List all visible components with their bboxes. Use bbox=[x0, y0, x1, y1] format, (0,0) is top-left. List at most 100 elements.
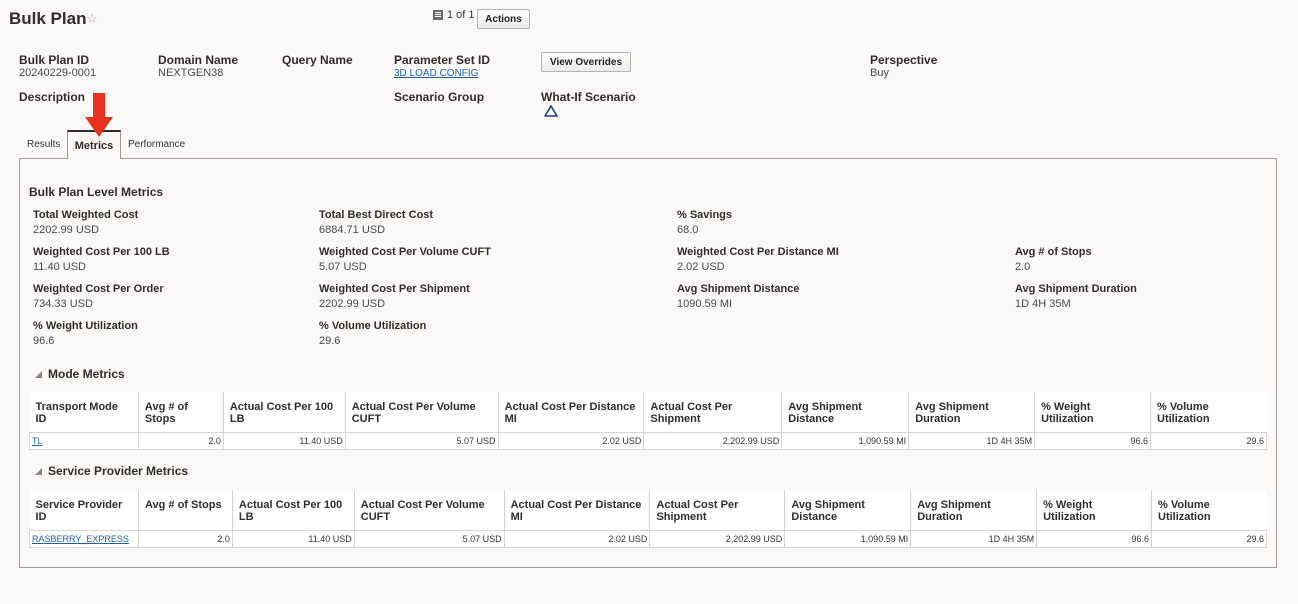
column-header[interactable]: Actual Cost Per Shipment bbox=[649, 490, 785, 530]
parameter-set-id-label: Parameter Set ID bbox=[394, 53, 491, 67]
pager: 1 of 1 bbox=[433, 9, 475, 21]
table-header-row: Service Provider ID Avg # of Stops Actual … bbox=[29, 490, 1267, 530]
metric-value: 2202.99 USD bbox=[319, 298, 386, 310]
table-cell: 29.6 bbox=[1151, 529, 1267, 548]
query-name-label: Query Name bbox=[282, 53, 353, 67]
perspective-value: Buy bbox=[870, 67, 889, 79]
metric-value: 68.0 bbox=[677, 224, 699, 236]
mode-metrics-title: Mode Metrics bbox=[48, 367, 125, 381]
domain-name-label: Domain Name bbox=[158, 53, 239, 67]
collapse-icon[interactable] bbox=[35, 467, 42, 475]
metric-label: Total Best Direct Cost bbox=[319, 209, 434, 221]
scenario-group-label: Scenario Group bbox=[394, 90, 485, 104]
table-cell: 5.07 USD bbox=[353, 529, 505, 548]
metric-label: % Weight Utilization bbox=[33, 320, 138, 332]
pager-text: 1 of 1 bbox=[447, 9, 475, 21]
column-header[interactable]: Avg Shipment Duration bbox=[910, 490, 1037, 530]
metric-value: 6884.71 USD bbox=[319, 224, 386, 236]
bulk-plan-metrics-title: Bulk Plan Level Metrics bbox=[29, 185, 164, 199]
column-header[interactable]: Avg Shipment Duration bbox=[908, 392, 1035, 432]
table-row: TL 2.0 11.40 USD 5.07 USD 2.02 USD 2,202.99 U… bbox=[29, 431, 1267, 450]
red-arrow-annotation bbox=[85, 93, 113, 137]
column-header[interactable]: Actual Cost Per Distance MI bbox=[503, 490, 650, 530]
column-header[interactable]: Transport Mode ID bbox=[29, 392, 139, 432]
metric-label: Total Weighted Cost bbox=[33, 209, 139, 221]
metric-label: % Volume Utilization bbox=[319, 320, 427, 332]
metric-label: Weighted Cost Per 100 LB bbox=[33, 246, 170, 258]
metric-label: Avg Shipment Duration bbox=[1015, 283, 1137, 295]
table-cell: 2.02 USD bbox=[503, 529, 651, 548]
metric-label: Avg # of Stops bbox=[1015, 246, 1092, 258]
bulk-plan-id-value: 20240229-0001 bbox=[19, 67, 97, 79]
column-header[interactable]: Actual Cost Per Volume CUFT bbox=[344, 392, 499, 432]
metric-label: Avg Shipment Distance bbox=[677, 283, 800, 295]
column-header[interactable]: % Weight Utilization bbox=[1036, 490, 1152, 530]
table-header-row: Transport Mode ID Avg # of Stops Actual Co… bbox=[29, 392, 1267, 432]
column-header[interactable]: Actual Cost Per Shipment bbox=[643, 392, 782, 432]
mode-metrics-header[interactable]: Mode Metrics bbox=[35, 367, 125, 381]
table-cell[interactable]: RASBERRY_EXPRESS bbox=[29, 529, 139, 548]
table-cell: 96.6 bbox=[1034, 431, 1151, 450]
metric-label: Weighted Cost Per Shipment bbox=[319, 283, 470, 295]
collapse-icon[interactable] bbox=[35, 370, 42, 378]
view-overrides-button[interactable]: View Overrides bbox=[541, 52, 631, 72]
metric-label: Weighted Cost Per Volume CUFT bbox=[319, 246, 491, 258]
description-label: Description bbox=[19, 90, 86, 104]
table-cell: 5.07 USD bbox=[344, 431, 499, 450]
column-header[interactable]: % Volume Utilization bbox=[1151, 490, 1267, 530]
metric-label: Weighted Cost Per Distance MI bbox=[677, 246, 839, 258]
metric-value: 2.02 USD bbox=[677, 261, 725, 273]
parameter-set-id-link[interactable]: 3D LOAD CONFIG bbox=[394, 68, 478, 79]
column-header[interactable]: Avg Shipment Distance bbox=[781, 392, 909, 432]
metric-value: 1D 4H 35M bbox=[1015, 298, 1071, 310]
pager-icon[interactable] bbox=[433, 10, 443, 20]
actions-button[interactable]: Actions bbox=[477, 9, 530, 29]
page-title: Bulk Plan bbox=[9, 9, 87, 28]
column-header[interactable]: % Weight Utilization bbox=[1034, 392, 1151, 432]
column-header[interactable]: Actual Cost Per Volume CUFT bbox=[353, 490, 505, 530]
table-cell: 1D 4H 35M bbox=[908, 431, 1036, 450]
perspective-label: Perspective bbox=[870, 53, 938, 67]
metric-value: 2202.99 USD bbox=[33, 224, 100, 236]
metric-label: % Savings bbox=[677, 209, 733, 221]
table-cell[interactable]: TL bbox=[29, 431, 139, 450]
tab-results[interactable]: Results bbox=[27, 139, 60, 150]
column-header[interactable]: Actual Cost Per 100 LB bbox=[231, 490, 355, 530]
column-header[interactable]: Actual Cost Per 100 LB bbox=[222, 392, 346, 432]
table-cell: 11.40 USD bbox=[231, 529, 355, 548]
table-cell: 2,202.99 USD bbox=[643, 431, 783, 450]
service-provider-metrics-table: Service Provider ID Avg # of Stops Actual … bbox=[29, 490, 1267, 548]
mode-metrics-table: Transport Mode ID Avg # of Stops Actual Co… bbox=[29, 392, 1267, 450]
table-cell: 1D 4H 35M bbox=[910, 529, 1038, 548]
table-cell: 2.02 USD bbox=[497, 431, 645, 450]
column-header[interactable]: Service Provider ID bbox=[29, 490, 139, 530]
bulk-plan-id-label: Bulk Plan ID bbox=[19, 53, 90, 67]
column-header[interactable]: % Volume Utilization bbox=[1150, 392, 1267, 432]
metric-value: 734.33 USD bbox=[33, 298, 93, 310]
column-header[interactable]: Avg # of Stops bbox=[137, 490, 233, 530]
service-provider-metrics-title: Service Provider Metrics bbox=[48, 464, 189, 478]
table-cell: 2.0 bbox=[137, 431, 224, 450]
tab-performance[interactable]: Performance bbox=[128, 139, 185, 150]
metric-value: 5.07 USD bbox=[319, 261, 367, 273]
column-header[interactable]: Avg Shipment Distance bbox=[784, 490, 911, 530]
table-cell: 2,202.99 USD bbox=[649, 529, 786, 548]
service-provider-metrics-header[interactable]: Service Provider Metrics bbox=[35, 464, 188, 478]
metric-value: 96.6 bbox=[33, 335, 55, 347]
metric-label: Weighted Cost Per Order bbox=[33, 283, 164, 295]
table-cell: 11.40 USD bbox=[222, 431, 346, 450]
star-icon[interactable]: ☆ bbox=[86, 11, 98, 27]
transport-mode-link[interactable]: TL bbox=[32, 436, 43, 446]
column-header[interactable]: Avg # of Stops bbox=[137, 392, 224, 432]
table-cell: 96.6 bbox=[1036, 529, 1152, 548]
table-cell: 29.6 bbox=[1150, 431, 1267, 450]
service-provider-link[interactable]: RASBERRY_EXPRESS bbox=[32, 534, 129, 544]
warning-triangle-icon bbox=[544, 105, 558, 117]
column-header[interactable]: Actual Cost Per Distance MI bbox=[497, 392, 644, 432]
table-row: RASBERRY_EXPRESS 2.0 11.40 USD 5.07 USD 2.02… bbox=[29, 529, 1267, 548]
table-cell: 1,090.59 MI bbox=[784, 529, 912, 548]
metric-value: 11.40 USD bbox=[33, 261, 86, 273]
metric-value: 2.0 bbox=[1015, 261, 1031, 273]
what-if-scenario-label: What-If Scenario bbox=[541, 90, 636, 104]
domain-name-value: NEXTGEN38 bbox=[158, 67, 224, 79]
